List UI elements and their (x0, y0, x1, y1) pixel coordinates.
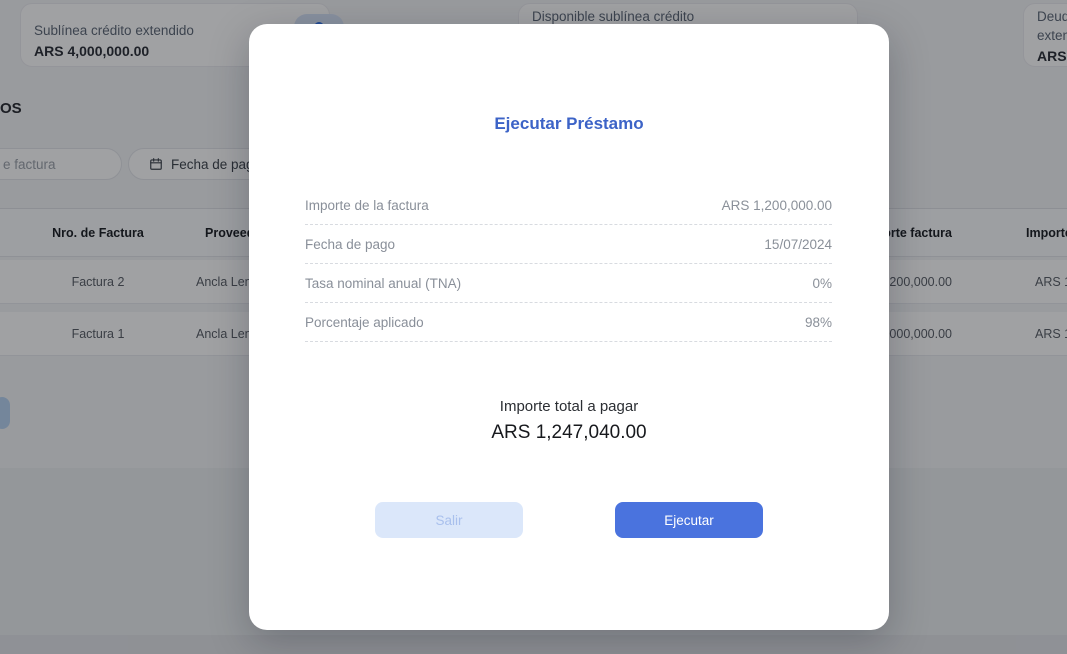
detail-row-tna: Tasa nominal anual (TNA) 0% (305, 264, 832, 303)
total-label: Importe total a pagar (249, 398, 889, 416)
modal-detail-rows: Importe de la factura ARS 1,200,000.00 F… (305, 186, 832, 342)
detail-row-payment-date: Fecha de pago 15/07/2024 (305, 225, 832, 264)
detail-row-invoice-amount: Importe de la factura ARS 1,200,000.00 (305, 186, 832, 225)
detail-label: Importe de la factura (305, 198, 429, 213)
app-root: Sublínea crédito extendido ARS 4,000,000… (0, 0, 1067, 654)
detail-value: 15/07/2024 (764, 237, 832, 252)
detail-value: ARS 1,200,000.00 (722, 198, 832, 213)
detail-label: Porcentaje aplicado (305, 315, 424, 330)
modal-title: Ejecutar Préstamo (249, 114, 889, 134)
detail-label: Fecha de pago (305, 237, 395, 252)
detail-value: 0% (812, 276, 832, 291)
total-block: Importe total a pagar ARS 1,247,040.00 (249, 398, 889, 445)
cancel-button[interactable]: Salir (375, 502, 523, 538)
total-amount: ARS 1,247,040.00 (249, 421, 889, 445)
execute-loan-modal: Ejecutar Préstamo Importe de la factura … (249, 24, 889, 630)
detail-label: Tasa nominal anual (TNA) (305, 276, 461, 291)
execute-button[interactable]: Ejecutar (615, 502, 763, 538)
detail-value: 98% (805, 315, 832, 330)
detail-row-applied-percentage: Porcentaje aplicado 98% (305, 303, 832, 342)
